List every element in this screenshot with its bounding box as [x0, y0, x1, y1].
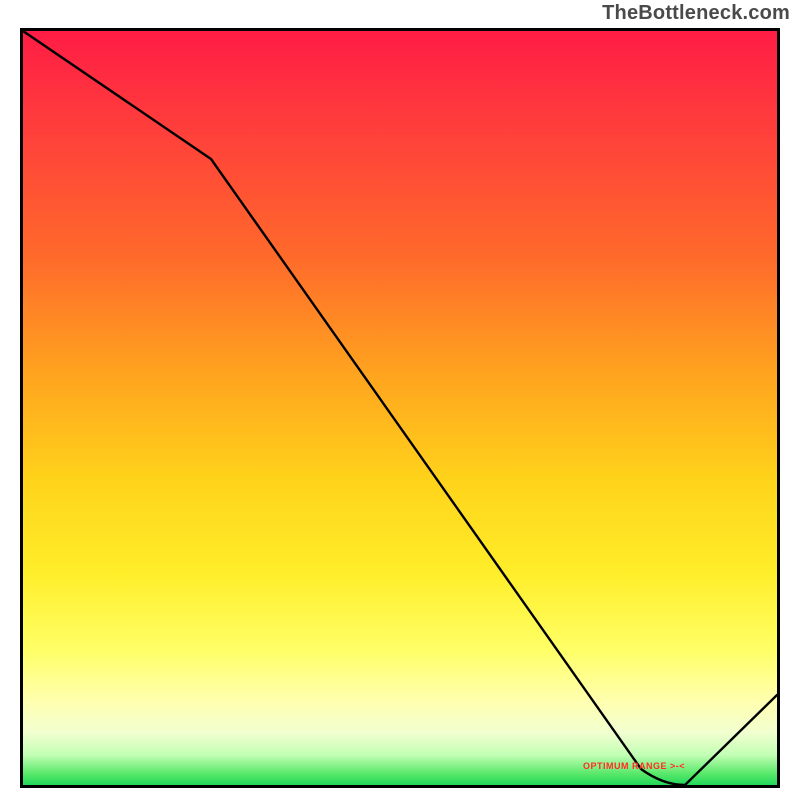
optimum-range-label: OPTIMUM RANGE >-<: [583, 761, 685, 771]
plot-area: OPTIMUM RANGE >-<: [20, 28, 780, 788]
watermark-text: TheBottleneck.com: [602, 2, 790, 25]
chart-canvas: TheBottleneck.com OPTIMUM RANGE >-<: [0, 0, 800, 800]
bottleneck-curve: [23, 31, 777, 785]
curve-path: [23, 31, 777, 785]
